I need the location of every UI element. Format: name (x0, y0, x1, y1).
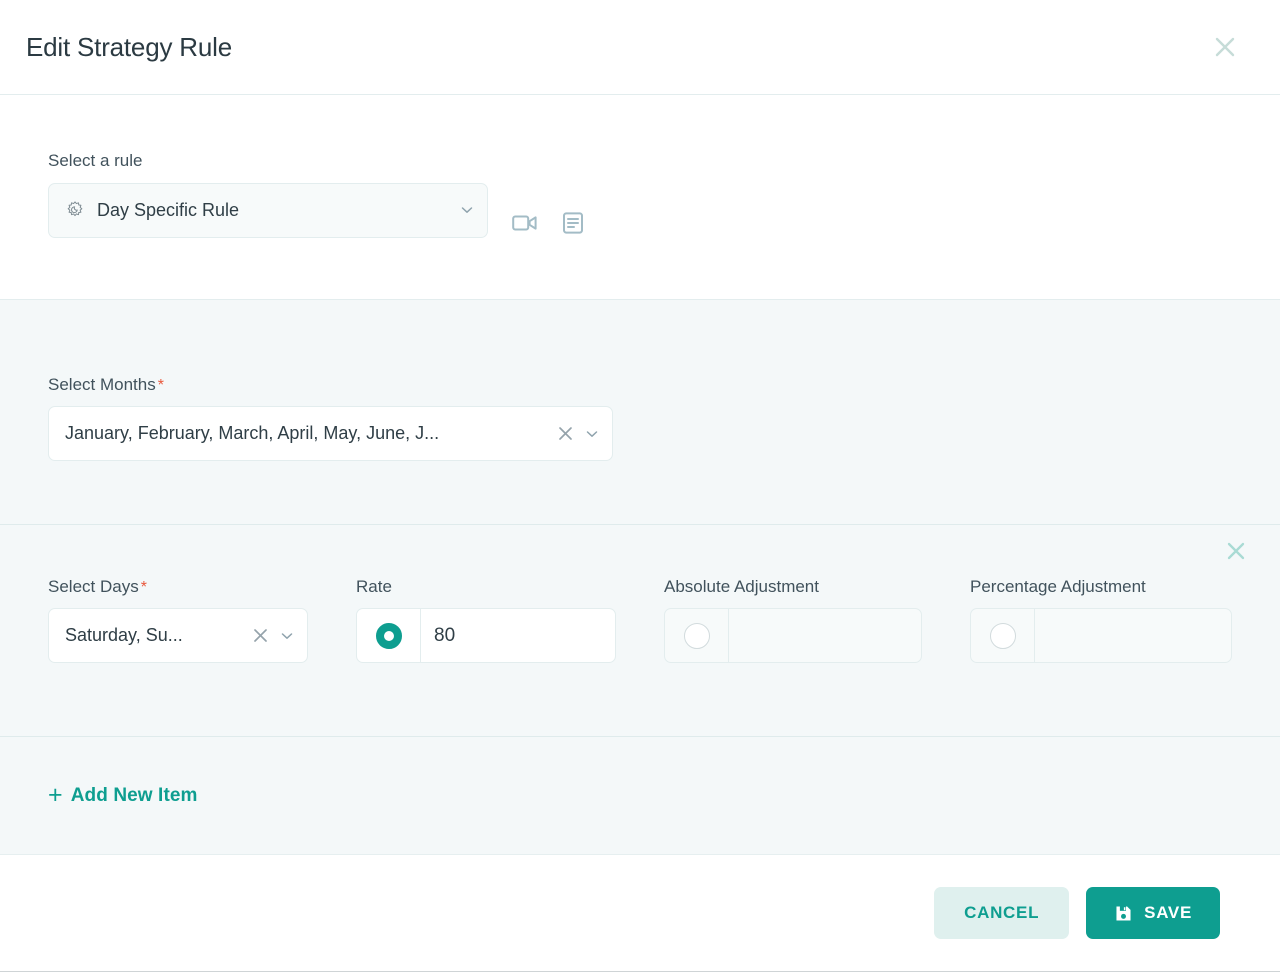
clear-months-icon[interactable] (557, 425, 574, 442)
close-icon[interactable] (1208, 30, 1242, 64)
absolute-adjustment-field: Absolute Adjustment (664, 577, 922, 663)
rate-input-group: 80 (356, 608, 616, 663)
dialog-body: Select a rule Day Specific Rule Select M… (0, 95, 1280, 855)
select-months-label: Select Months * (48, 375, 1280, 395)
required-asterisk: * (157, 377, 164, 394)
absolute-adjustment-input[interactable] (729, 609, 921, 662)
video-camera-icon[interactable] (510, 208, 540, 238)
percentage-adjustment-field: Percentage Adjustment (970, 577, 1232, 663)
percentage-adjustment-label: Percentage Adjustment (970, 577, 1146, 596)
plus-icon: + (48, 781, 63, 809)
select-days-label: Select Days * (48, 577, 308, 597)
rule-row: Day Specific Rule (48, 182, 1280, 238)
add-item-section: + Add New Item (0, 737, 1280, 855)
rate-input[interactable]: 80 (421, 609, 615, 662)
rule-select[interactable]: Day Specific Rule (48, 182, 488, 238)
sun-moon-icon (65, 200, 85, 220)
rule-item-row: Select Days * Saturday, Su... Rate 80 Ab… (0, 525, 1280, 737)
add-new-item-button[interactable]: + Add New Item (48, 783, 198, 808)
days-select[interactable]: Saturday, Su... (48, 608, 308, 663)
chevron-down-icon[interactable] (279, 628, 295, 644)
rule-help-icons (510, 208, 588, 238)
rate-label: Rate (356, 577, 392, 596)
select-rule-label: Select a rule (48, 151, 143, 170)
rate-radio[interactable] (357, 609, 421, 662)
rule-section: Select a rule Day Specific Rule (0, 95, 1280, 300)
absolute-adjustment-radio[interactable] (665, 609, 729, 662)
dialog-header: Edit Strategy Rule (0, 0, 1280, 95)
radio-unselected-icon (989, 622, 1016, 649)
save-button[interactable]: SAVE (1086, 887, 1220, 939)
absolute-adjustment-label: Absolute Adjustment (664, 577, 819, 596)
radio-unselected-icon (683, 622, 710, 649)
percentage-adjustment-radio[interactable] (971, 609, 1035, 662)
months-select-value: January, February, March, April, May, Ju… (65, 423, 440, 443)
row-fields: Select Days * Saturday, Su... Rate 80 Ab… (0, 577, 1280, 663)
page-title: Edit Strategy Rule (26, 31, 232, 62)
months-select[interactable]: January, February, March, April, May, Ju… (48, 406, 613, 461)
select-days-label-text: Select Days (48, 577, 139, 596)
document-icon[interactable] (558, 208, 588, 238)
add-new-item-label: Add New Item (70, 784, 198, 806)
chevron-down-icon (459, 202, 475, 218)
clear-days-icon[interactable] (252, 627, 269, 644)
absolute-adjustment-input-group (664, 608, 922, 663)
save-button-label: SAVE (1144, 903, 1192, 922)
remove-item-icon[interactable] (1220, 535, 1252, 567)
cancel-button[interactable]: CANCEL (934, 887, 1070, 939)
percentage-adjustment-input-group (970, 608, 1232, 663)
days-select-value: Saturday, Su... (65, 625, 183, 645)
select-days-field: Select Days * Saturday, Su... (48, 577, 308, 663)
months-section: Select Months * January, February, March,… (0, 300, 1280, 525)
required-asterisk: * (140, 579, 147, 596)
chevron-down-icon[interactable] (584, 426, 600, 442)
rate-field: Rate 80 (356, 577, 616, 663)
radio-selected-icon (375, 622, 402, 649)
rule-select-value: Day Specific Rule (97, 199, 240, 220)
dialog-footer: CANCEL SAVE (0, 855, 1280, 971)
save-disk-icon (1114, 904, 1133, 923)
select-months-label-text: Select Months (48, 375, 156, 394)
edit-strategy-rule-dialog: Edit Strategy Rule Select a rule Day Spe… (0, 0, 1280, 972)
percentage-adjustment-input[interactable] (1035, 609, 1231, 662)
